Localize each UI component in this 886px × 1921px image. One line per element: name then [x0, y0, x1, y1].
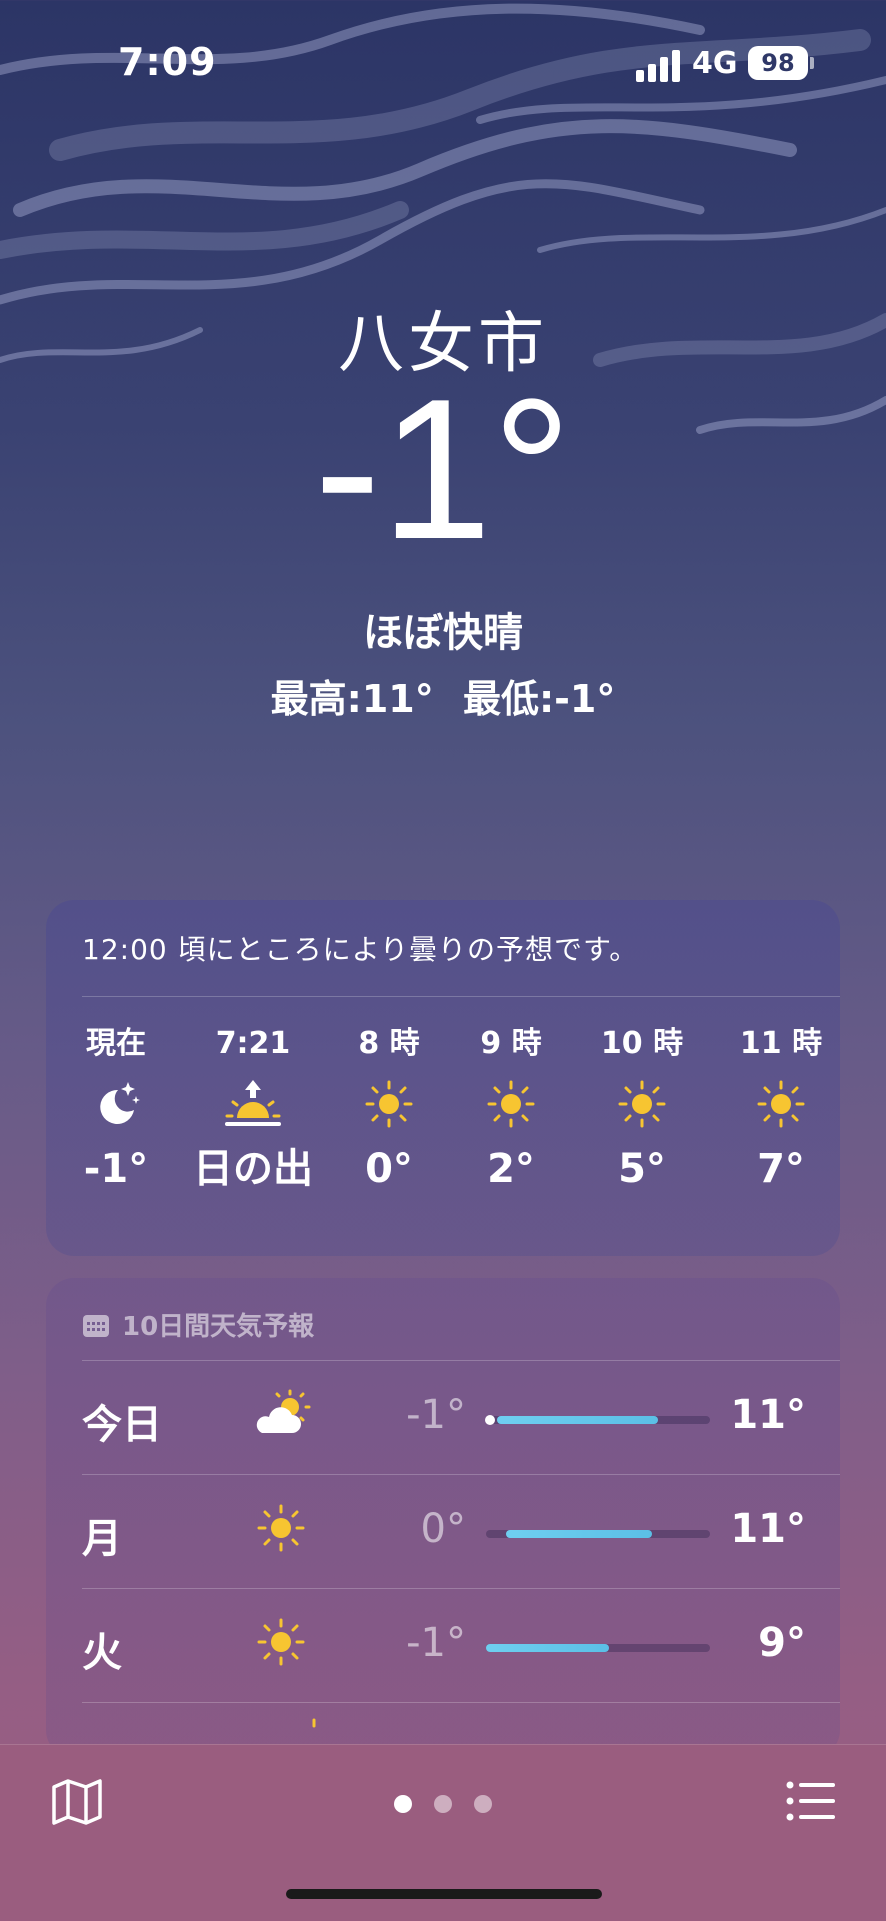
home-indicator[interactable]	[286, 1889, 602, 1899]
hour-item: 7:21 日の出	[178, 1024, 328, 1194]
status-time: 7:09	[118, 40, 217, 84]
bottom-toolbar	[0, 1744, 886, 1921]
hour-label: 9 時	[480, 1026, 542, 1061]
day-name: 今日	[82, 1402, 162, 1448]
hour-item: 8 時 0°	[334, 1024, 444, 1194]
divider	[82, 1474, 840, 1475]
day-low: -1°	[406, 1620, 466, 1666]
page-dot[interactable]	[474, 1795, 492, 1813]
cellular-signal-icon	[636, 50, 682, 82]
hour-label: 8 時	[358, 1026, 420, 1061]
hour-temp: 5°	[618, 1146, 666, 1192]
hour-label: 10 時	[600, 1026, 684, 1061]
page-dot[interactable]	[394, 1795, 412, 1813]
hour-item: 現在 -1°	[46, 1024, 186, 1194]
partly-cloudy-sun-icon	[246, 1384, 316, 1444]
day-row[interactable]: 今日 -1° 11°	[46, 1362, 840, 1474]
hour-label: 7:21	[215, 1026, 291, 1061]
list-icon	[786, 1781, 835, 1821]
hour-temp: 2°	[487, 1146, 535, 1192]
day-name: 火	[82, 1630, 122, 1676]
sun-icon	[582, 1064, 702, 1144]
hour-label: 現在	[86, 1026, 146, 1061]
current-temperature: -1°	[314, 358, 572, 581]
network-type: 4G	[692, 46, 738, 81]
high-low-temps: 最高:11° 最低:-1°	[0, 668, 886, 723]
divider	[82, 1588, 840, 1589]
map-button[interactable]	[50, 1775, 104, 1829]
battery-nub	[810, 57, 814, 69]
sun-icon	[304, 1718, 324, 1742]
temperature-range-fill	[497, 1416, 659, 1424]
temperature-range-fill	[506, 1530, 652, 1538]
day-high: 11°	[730, 1392, 806, 1438]
day-low: -1°	[406, 1392, 466, 1438]
divider	[82, 1702, 840, 1703]
page-indicator[interactable]	[394, 1795, 492, 1813]
hour-label: 11 時	[739, 1026, 823, 1061]
ten-day-title: 10日間天気予報	[122, 1312, 315, 1342]
temperature-range-bar	[485, 1415, 710, 1425]
sun-icon	[716, 1064, 840, 1144]
high-temp: 最高:11°	[270, 677, 434, 721]
day-row[interactable]: 火 -1° 9°	[46, 1590, 840, 1702]
day-high: 11°	[730, 1506, 806, 1552]
page-dot[interactable]	[434, 1795, 452, 1813]
sunrise-icon	[178, 1064, 328, 1144]
sun-icon	[246, 1498, 316, 1558]
sun-icon	[246, 1612, 316, 1672]
location-list-button[interactable]	[786, 1779, 836, 1823]
forecast-summary: 12:00 頃にところにより曇りの予想です。	[82, 933, 639, 966]
moon-stars-icon	[46, 1064, 186, 1144]
hour-item: 11 時 7°	[716, 1024, 840, 1194]
hour-temp: -1°	[83, 1146, 149, 1192]
hourly-forecast-card[interactable]: 12:00 頃にところにより曇りの予想です。 現在 -1° 7:21 日の出 8…	[46, 900, 840, 1256]
sun-icon	[456, 1064, 566, 1144]
ten-day-header: 10日間天気予報	[82, 1306, 314, 1343]
status-bar: 7:09 4G 98	[0, 0, 886, 130]
divider	[82, 996, 840, 997]
calendar-icon	[83, 1314, 109, 1337]
day-high: 9°	[758, 1620, 806, 1666]
hour-temp: 7°	[757, 1146, 805, 1192]
day-row[interactable]: 月 0° 11°	[46, 1476, 840, 1588]
temperature-range-bar	[486, 1530, 710, 1538]
current-temp-dot	[485, 1415, 496, 1425]
divider	[82, 1360, 840, 1361]
hour-temp: 日の出	[193, 1146, 313, 1192]
day-low: 0°	[420, 1506, 466, 1552]
temperature-range-fill	[486, 1644, 610, 1652]
sun-icon	[334, 1064, 444, 1144]
weather-condition: ほぼ快晴	[363, 610, 523, 656]
hour-item: 9 時 2°	[456, 1024, 566, 1194]
ten-day-forecast-card[interactable]: 10日間天気予報 今日 -1° 11° 月 0° 11° 火 -1° 9°	[46, 1278, 840, 1758]
temperature-range-bar	[486, 1644, 710, 1652]
hour-temp: 0°	[365, 1146, 413, 1192]
low-temp: 最低:-1°	[462, 677, 616, 721]
hour-item: 10 時 5°	[582, 1024, 702, 1194]
battery-icon: 98	[748, 46, 808, 80]
day-name: 月	[82, 1516, 122, 1562]
map-icon	[52, 1779, 102, 1825]
